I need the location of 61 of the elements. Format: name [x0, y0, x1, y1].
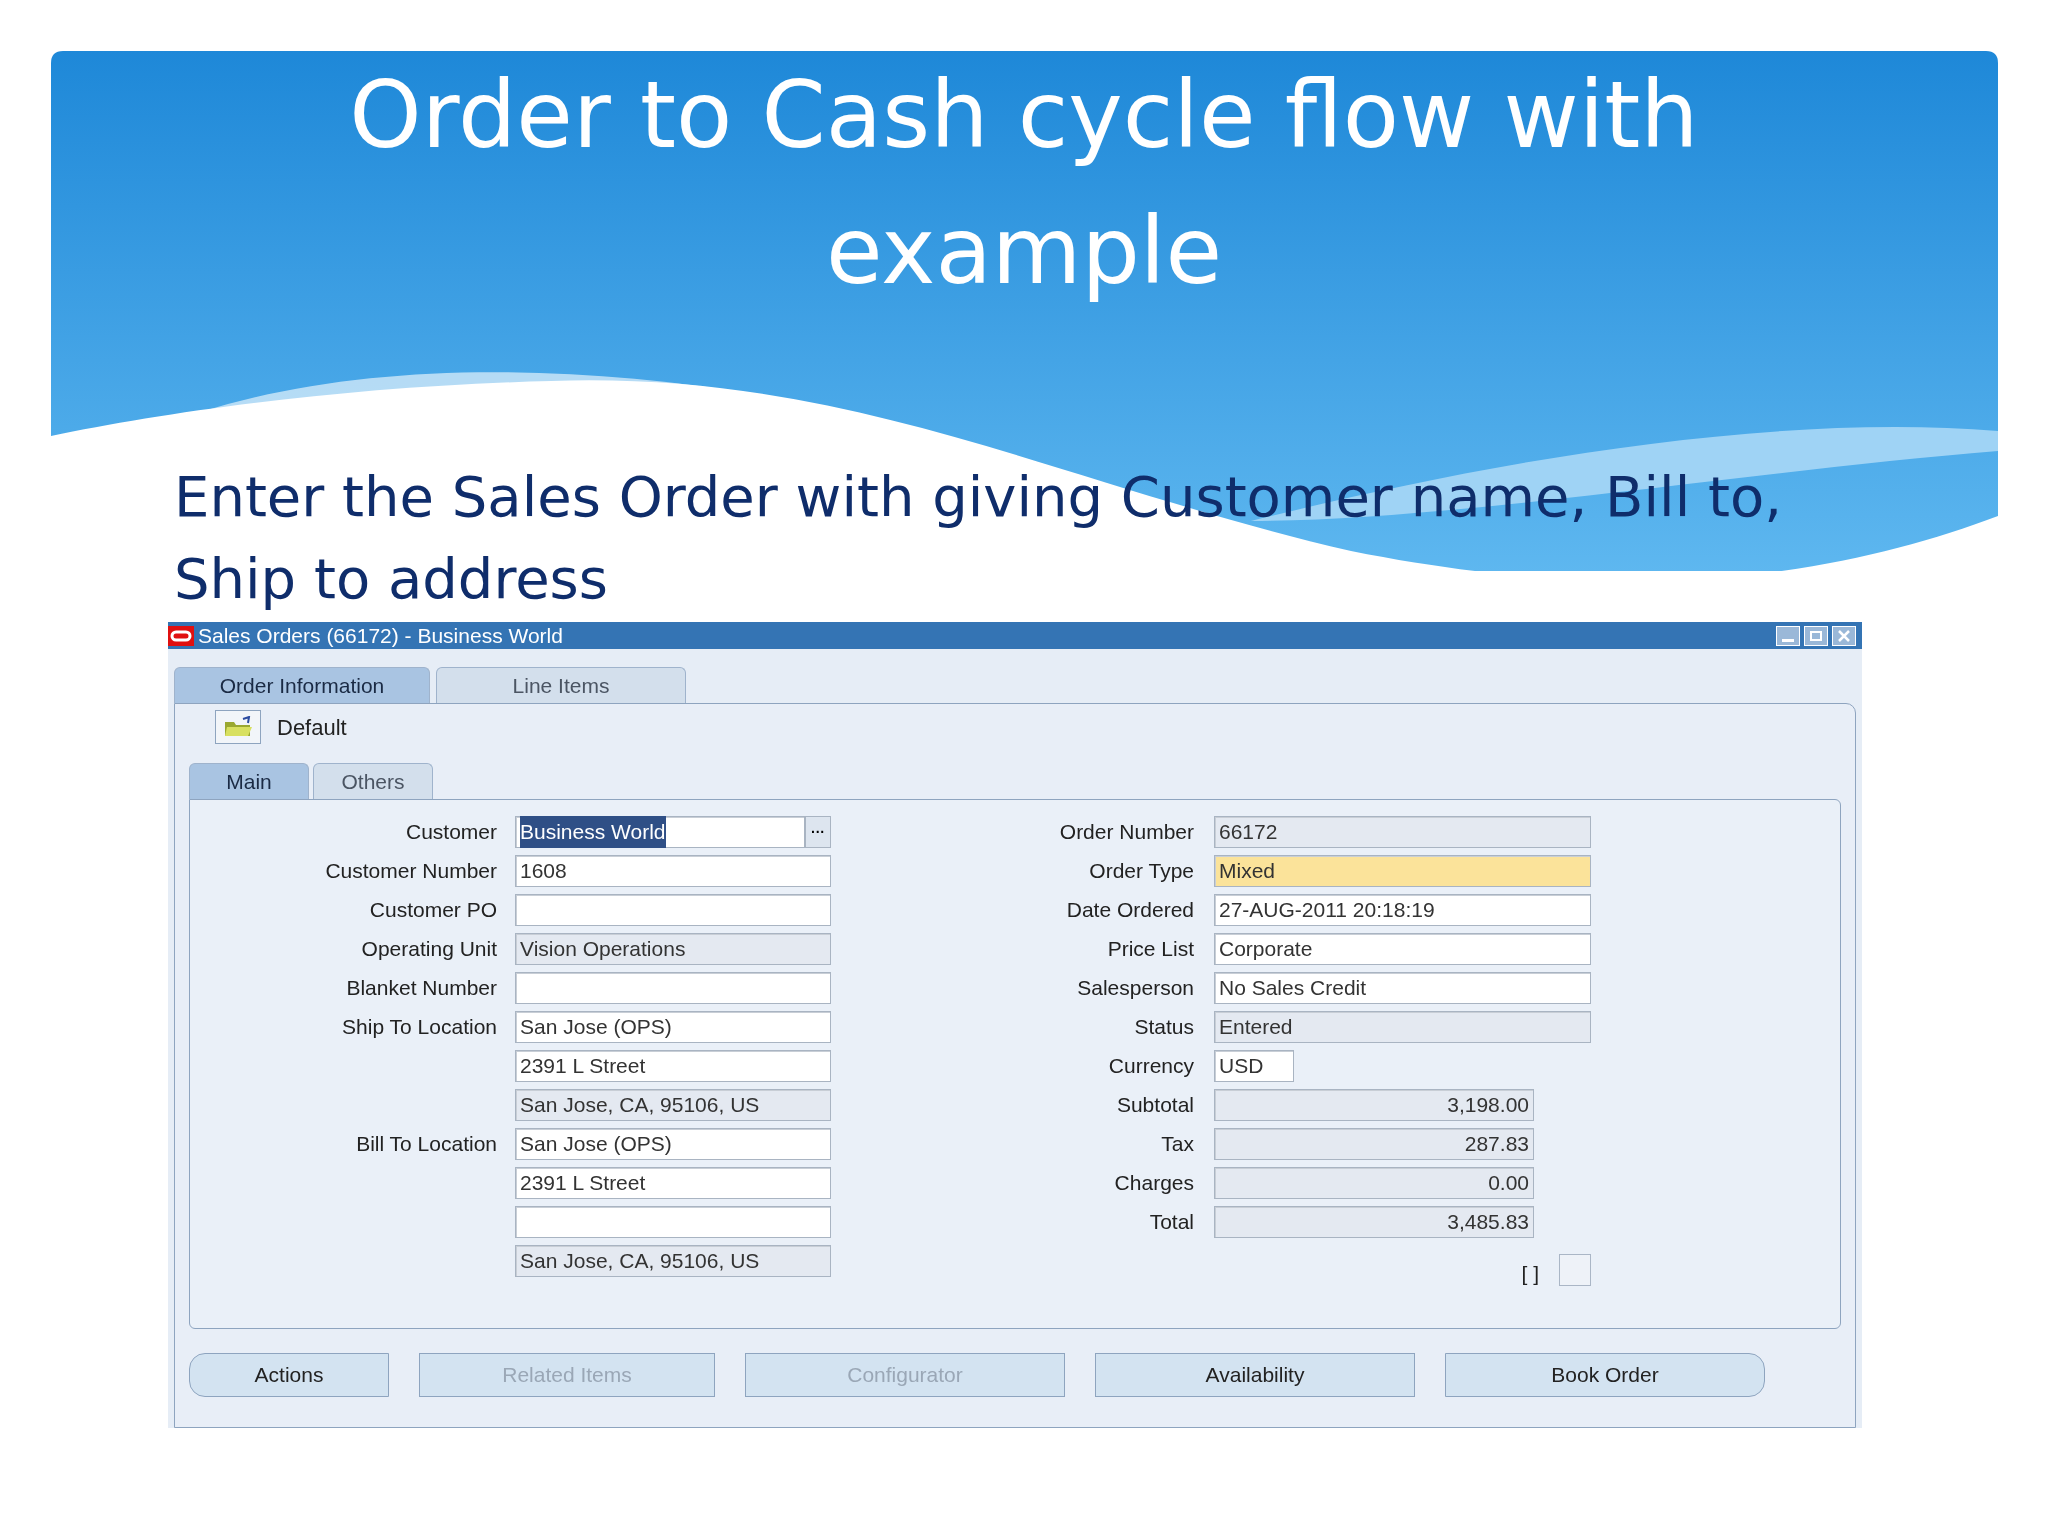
- input-field[interactable]: 1608: [515, 855, 831, 887]
- input-field[interactable]: Mixed: [1214, 855, 1591, 887]
- input-field[interactable]: San Jose, CA, 95106, US: [515, 1089, 831, 1121]
- field-label: Operating Unit: [360, 936, 498, 963]
- field-label: Customer Number: [324, 858, 498, 885]
- field-label: Total: [1148, 1209, 1195, 1236]
- folder-button[interactable]: [215, 710, 261, 744]
- input-field[interactable]: 2391 L Street: [515, 1050, 831, 1082]
- close-icon: [1838, 629, 1850, 642]
- field-label: Order Number: [1058, 819, 1195, 846]
- input-field[interactable]: Entered: [1214, 1011, 1591, 1043]
- tab[interactable]: Others: [313, 763, 433, 799]
- field-label: Currency: [1107, 1053, 1195, 1080]
- input-field[interactable]: San Jose, CA, 95106, US: [515, 1245, 831, 1277]
- field-label: Subtotal: [1115, 1092, 1195, 1119]
- input-field[interactable]: 3,198.00: [1214, 1089, 1534, 1121]
- input-field[interactable]: Business World: [515, 816, 805, 848]
- input-field[interactable]: USD: [1214, 1050, 1294, 1082]
- input-field[interactable]: Vision Operations: [515, 933, 831, 965]
- field-label: Order Type: [1088, 858, 1195, 885]
- tab[interactable]: Main: [189, 763, 309, 799]
- field-label: Status: [1133, 1014, 1195, 1041]
- input-field[interactable]: 3,485.83: [1214, 1206, 1534, 1238]
- input-field[interactable]: 287.83: [1214, 1128, 1534, 1160]
- lookup-button[interactable]: ···: [805, 816, 831, 848]
- input-field[interactable]: [515, 894, 831, 926]
- folder-icon: [223, 716, 253, 738]
- input-field[interactable]: 66172: [1214, 816, 1591, 848]
- input-field[interactable]: 0.00: [1214, 1167, 1534, 1199]
- input-field[interactable]: 2391 L Street: [515, 1167, 831, 1199]
- action-button[interactable]: Availability: [1095, 1353, 1415, 1397]
- action-button[interactable]: Actions: [189, 1353, 389, 1397]
- slide-title: Order to Cash cycle flow with example: [348, 61, 1700, 307]
- app-logo-icon: [168, 625, 194, 646]
- input-field[interactable]: San Jose (OPS): [515, 1128, 831, 1160]
- minimize-button[interactable]: [1776, 625, 1800, 646]
- action-button[interactable]: Book Order: [1445, 1353, 1765, 1397]
- input-field[interactable]: Corporate: [1214, 933, 1591, 965]
- tab[interactable]: Order Information: [174, 667, 430, 703]
- input-field[interactable]: San Jose (OPS): [515, 1011, 831, 1043]
- input-field[interactable]: 27-AUG-2011 20:18:19: [1214, 894, 1591, 926]
- field-label: Bill To Location: [355, 1131, 498, 1158]
- field-label: Tax: [1160, 1131, 1195, 1158]
- input-field[interactable]: [515, 1206, 831, 1238]
- field-label: Customer: [404, 819, 498, 846]
- field-label: Date Ordered: [1065, 897, 1195, 924]
- field-label: Salesperson: [1076, 975, 1195, 1002]
- input-field[interactable]: [515, 972, 831, 1004]
- field-label: Customer PO: [368, 897, 498, 924]
- field-label: Blanket Number: [345, 975, 498, 1002]
- field-label: Charges: [1113, 1170, 1195, 1197]
- maximize-button[interactable]: [1804, 625, 1828, 646]
- input-field[interactable]: No Sales Credit: [1214, 972, 1591, 1004]
- field-label: Ship To Location: [341, 1014, 498, 1041]
- flag-label: [ ]: [1521, 1261, 1539, 1287]
- field-label: Price List: [1106, 936, 1195, 963]
- window-title: Sales Orders (66172) - Business World: [198, 625, 563, 646]
- checkbox[interactable]: [1559, 1253, 1591, 1286]
- tab[interactable]: Line Items: [436, 667, 686, 703]
- close-button[interactable]: [1832, 625, 1856, 646]
- default-label: Default: [277, 713, 347, 742]
